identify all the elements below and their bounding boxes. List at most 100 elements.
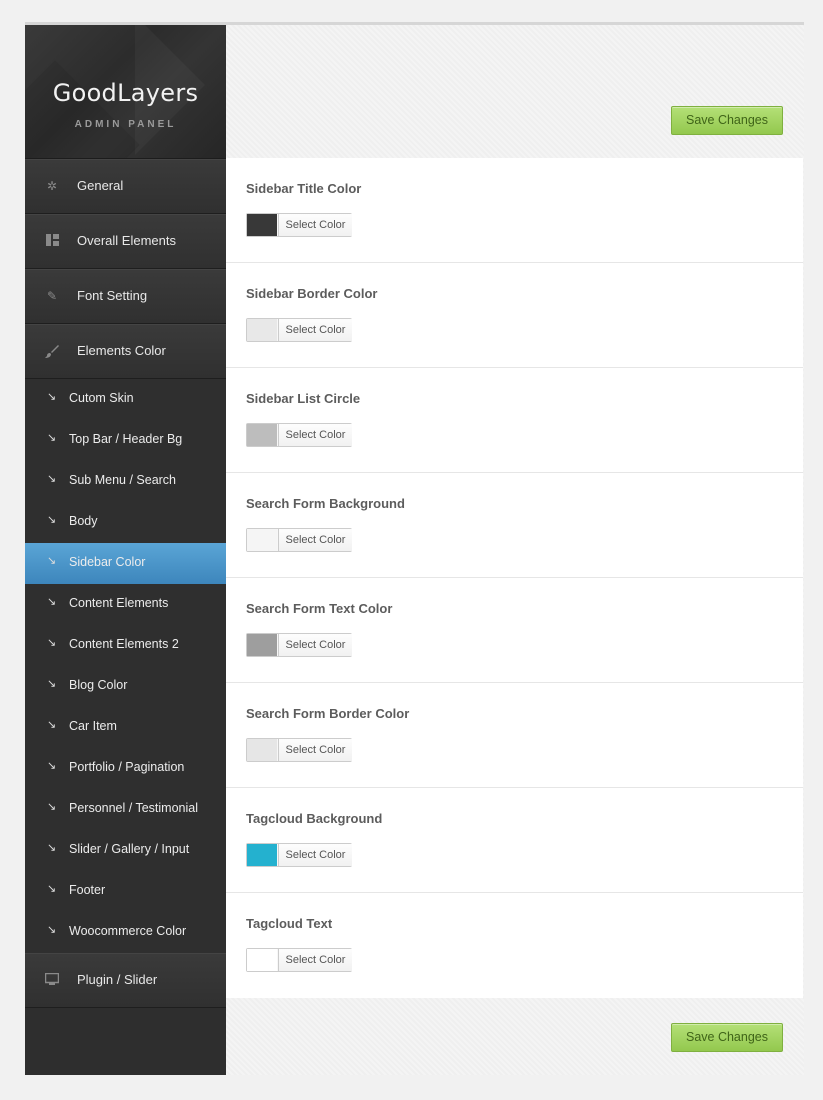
arrow-down-right-icon: ↘ bbox=[47, 514, 57, 526]
submenu-item-body[interactable]: ↘ Body bbox=[25, 502, 226, 543]
admin-panel: GoodLayers ADMIN PANEL ✲ General Overall… bbox=[25, 22, 804, 1075]
color-picker[interactable]: Select Color bbox=[246, 423, 352, 447]
brand-subtitle: ADMIN PANEL bbox=[74, 119, 177, 130]
arrow-down-right-icon: ↘ bbox=[47, 596, 57, 608]
submenu-item-slider-gallery-input[interactable]: ↘ Slider / Gallery / Input bbox=[25, 830, 226, 871]
setting-title: Tagcloud Background bbox=[246, 811, 383, 826]
submenu-item-label: Sub Menu / Search bbox=[69, 473, 177, 487]
submenu-item-portfolio-pagination[interactable]: ↘ Portfolio / Pagination bbox=[25, 748, 226, 789]
color-picker[interactable]: Select Color bbox=[246, 213, 352, 237]
setting-title: Sidebar List Circle bbox=[246, 391, 361, 406]
arrow-down-right-icon: ↘ bbox=[47, 391, 57, 403]
arrow-down-right-icon: ↘ bbox=[47, 637, 57, 649]
arrow-down-right-icon: ↘ bbox=[47, 924, 57, 936]
sidebar-item-label: Plugin / Slider bbox=[77, 972, 158, 987]
arrow-down-right-icon: ↘ bbox=[47, 432, 57, 444]
setting-row: Search Form Text Color Select Color bbox=[226, 578, 803, 683]
sidebar-item-font-setting[interactable]: ✎ Font Setting bbox=[25, 269, 226, 324]
top-bar: Save Changes bbox=[226, 25, 804, 158]
brand-header: GoodLayers ADMIN PANEL bbox=[25, 25, 226, 159]
setting-row: Sidebar Border Color Select Color bbox=[226, 263, 803, 368]
color-swatch bbox=[247, 634, 277, 656]
submenu-item-label: Content Elements bbox=[69, 596, 169, 610]
select-color-button[interactable]: Select Color bbox=[278, 424, 352, 446]
setting-title: Tagcloud Text bbox=[246, 916, 333, 931]
submenu-item-blog-color[interactable]: ↘ Blog Color bbox=[25, 666, 226, 707]
setting-title: Search Form Background bbox=[246, 496, 405, 511]
setting-title: Search Form Text Color bbox=[246, 601, 393, 616]
sidebar-item-general[interactable]: ✲ General bbox=[25, 159, 226, 214]
setting-row: Tagcloud Text Select Color bbox=[226, 893, 803, 997]
select-color-button[interactable]: Select Color bbox=[278, 739, 352, 761]
submenu-item-content-elements-2[interactable]: ↘ Content Elements 2 bbox=[25, 625, 226, 666]
submenu-item-cutom-skin[interactable]: ↘ Cutom Skin bbox=[25, 379, 226, 420]
submenu-item-label: Slider / Gallery / Input bbox=[69, 842, 190, 856]
elements-color-submenu: ↘ Cutom Skin ↘ Top Bar / Header Bg ↘ Sub… bbox=[25, 379, 226, 953]
arrow-down-right-icon: ↘ bbox=[47, 883, 57, 895]
layout-icon bbox=[45, 234, 59, 248]
setting-row: Search Form Background Select Color bbox=[226, 473, 803, 578]
sidebar-item-label: Font Setting bbox=[77, 288, 148, 303]
pencil-icon: ✎ bbox=[46, 289, 58, 303]
sidebar-item-overall-elements[interactable]: Overall Elements bbox=[25, 214, 226, 269]
setting-row: Tagcloud Background Select Color bbox=[226, 788, 803, 893]
arrow-down-right-icon: ↘ bbox=[47, 555, 57, 567]
save-changes-button[interactable]: Save Changes bbox=[671, 106, 783, 135]
setting-row: Sidebar List Circle Select Color bbox=[226, 368, 803, 473]
submenu-item-label: Personnel / Testimonial bbox=[69, 801, 199, 815]
setting-title: Sidebar Title Color bbox=[246, 181, 362, 196]
submenu-item-car-item[interactable]: ↘ Car Item bbox=[25, 707, 226, 748]
color-picker[interactable]: Select Color bbox=[246, 633, 352, 657]
color-swatch bbox=[247, 949, 277, 971]
setting-row: Sidebar Title Color Select Color bbox=[226, 158, 803, 263]
sidebar: GoodLayers ADMIN PANEL ✲ General Overall… bbox=[25, 25, 226, 1075]
color-picker[interactable]: Select Color bbox=[246, 318, 352, 342]
arrow-down-right-icon: ↘ bbox=[47, 801, 57, 813]
submenu-item-label: Top Bar / Header Bg bbox=[69, 432, 183, 446]
color-swatch bbox=[247, 529, 277, 551]
submenu-item-footer[interactable]: ↘ Footer bbox=[25, 871, 226, 912]
arrow-down-right-icon: ↘ bbox=[47, 719, 57, 731]
setting-title: Sidebar Border Color bbox=[246, 286, 378, 301]
monitor-icon bbox=[44, 972, 60, 987]
color-picker[interactable]: Select Color bbox=[246, 738, 352, 762]
arrow-down-right-icon: ↘ bbox=[47, 760, 57, 772]
arrow-down-right-icon: ↘ bbox=[47, 473, 57, 485]
submenu-item-label: Car Item bbox=[69, 719, 117, 733]
submenu-item-label: Sidebar Color bbox=[69, 555, 146, 569]
submenu-item-sidebar-color[interactable]: ↘ Sidebar Color bbox=[25, 543, 226, 584]
color-picker[interactable]: Select Color bbox=[246, 528, 352, 552]
submenu-item-label: Body bbox=[69, 514, 98, 528]
select-color-button[interactable]: Select Color bbox=[278, 529, 352, 551]
select-color-button[interactable]: Select Color bbox=[278, 214, 352, 236]
submenu-item-content-elements[interactable]: ↘ Content Elements bbox=[25, 584, 226, 625]
gear-icon: ✲ bbox=[46, 179, 58, 193]
submenu-item-woocommerce-color[interactable]: ↘ Woocommerce Color bbox=[25, 912, 226, 953]
submenu-item-sub-menu-search[interactable]: ↘ Sub Menu / Search bbox=[25, 461, 226, 502]
color-picker[interactable]: Select Color bbox=[246, 843, 352, 867]
color-swatch bbox=[247, 319, 277, 341]
sidebar-item-plugin-slider[interactable]: Plugin / Slider bbox=[25, 953, 226, 1008]
setting-row: Search Form Border Color Select Color bbox=[226, 683, 803, 788]
setting-title: Search Form Border Color bbox=[246, 706, 410, 721]
submenu-item-label: Woocommerce Color bbox=[69, 924, 187, 938]
settings-list: Sidebar Title Color Select Color Sidebar… bbox=[226, 158, 803, 998]
save-changes-button-bottom[interactable]: Save Changes bbox=[671, 1023, 783, 1052]
select-color-button[interactable]: Select Color bbox=[278, 319, 352, 341]
arrow-down-right-icon: ↘ bbox=[47, 842, 57, 854]
arrow-down-right-icon: ↘ bbox=[47, 678, 57, 690]
sidebar-item-label: General bbox=[77, 178, 124, 193]
sidebar-item-label: Overall Elements bbox=[77, 233, 176, 248]
color-picker[interactable]: Select Color bbox=[246, 948, 352, 972]
color-swatch bbox=[247, 844, 277, 866]
brand-title: GoodLayers bbox=[52, 79, 199, 107]
color-swatch bbox=[247, 214, 277, 236]
select-color-button[interactable]: Select Color bbox=[278, 844, 352, 866]
submenu-item-personnel-testimonial[interactable]: ↘ Personnel / Testimonial bbox=[25, 789, 226, 830]
sidebar-item-elements-color[interactable]: Elements Color bbox=[25, 324, 226, 379]
color-swatch bbox=[247, 424, 277, 446]
submenu-item-label: Portfolio / Pagination bbox=[69, 760, 185, 774]
submenu-item-top-bar-header-bg[interactable]: ↘ Top Bar / Header Bg bbox=[25, 420, 226, 461]
select-color-button[interactable]: Select Color bbox=[278, 634, 352, 656]
select-color-button[interactable]: Select Color bbox=[278, 949, 352, 971]
